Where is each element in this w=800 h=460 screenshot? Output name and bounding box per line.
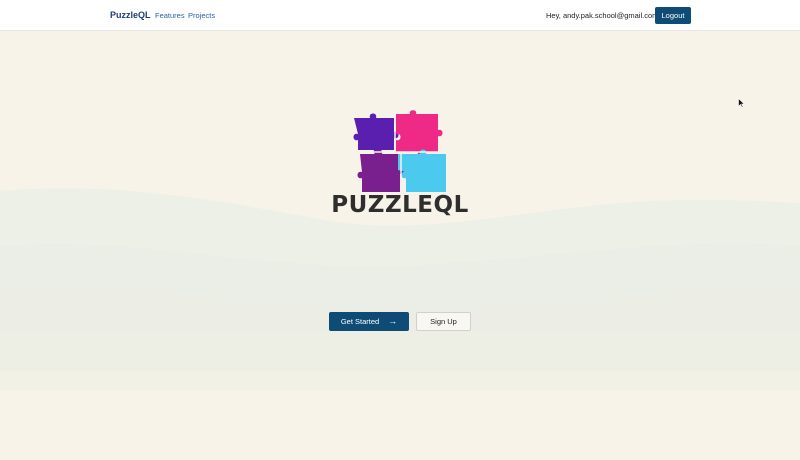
top-navbar: PuzzleQL Features Projects Hey, andy.pak… [0, 0, 800, 31]
logo-wordmark: PUZZLEQL [331, 192, 469, 218]
puzzle-pieces-icon [353, 110, 446, 192]
nav-link-features[interactable]: Features [155, 11, 185, 20]
get-started-label: Get Started [340, 317, 380, 326]
brand-link[interactable]: PuzzleQL [110, 10, 151, 20]
nav-link-projects[interactable]: Projects [188, 11, 215, 20]
user-greeting: Hey, andy.pak.school@gmail.com! [546, 11, 661, 20]
logout-button[interactable]: Logout [655, 7, 691, 24]
signup-button[interactable]: Sign Up [416, 312, 471, 331]
mouse-cursor-icon [738, 98, 745, 108]
arrow-right-icon: → [388, 316, 398, 326]
background-waves [0, 188, 800, 391]
get-started-button[interactable]: Get Started → [329, 312, 409, 331]
